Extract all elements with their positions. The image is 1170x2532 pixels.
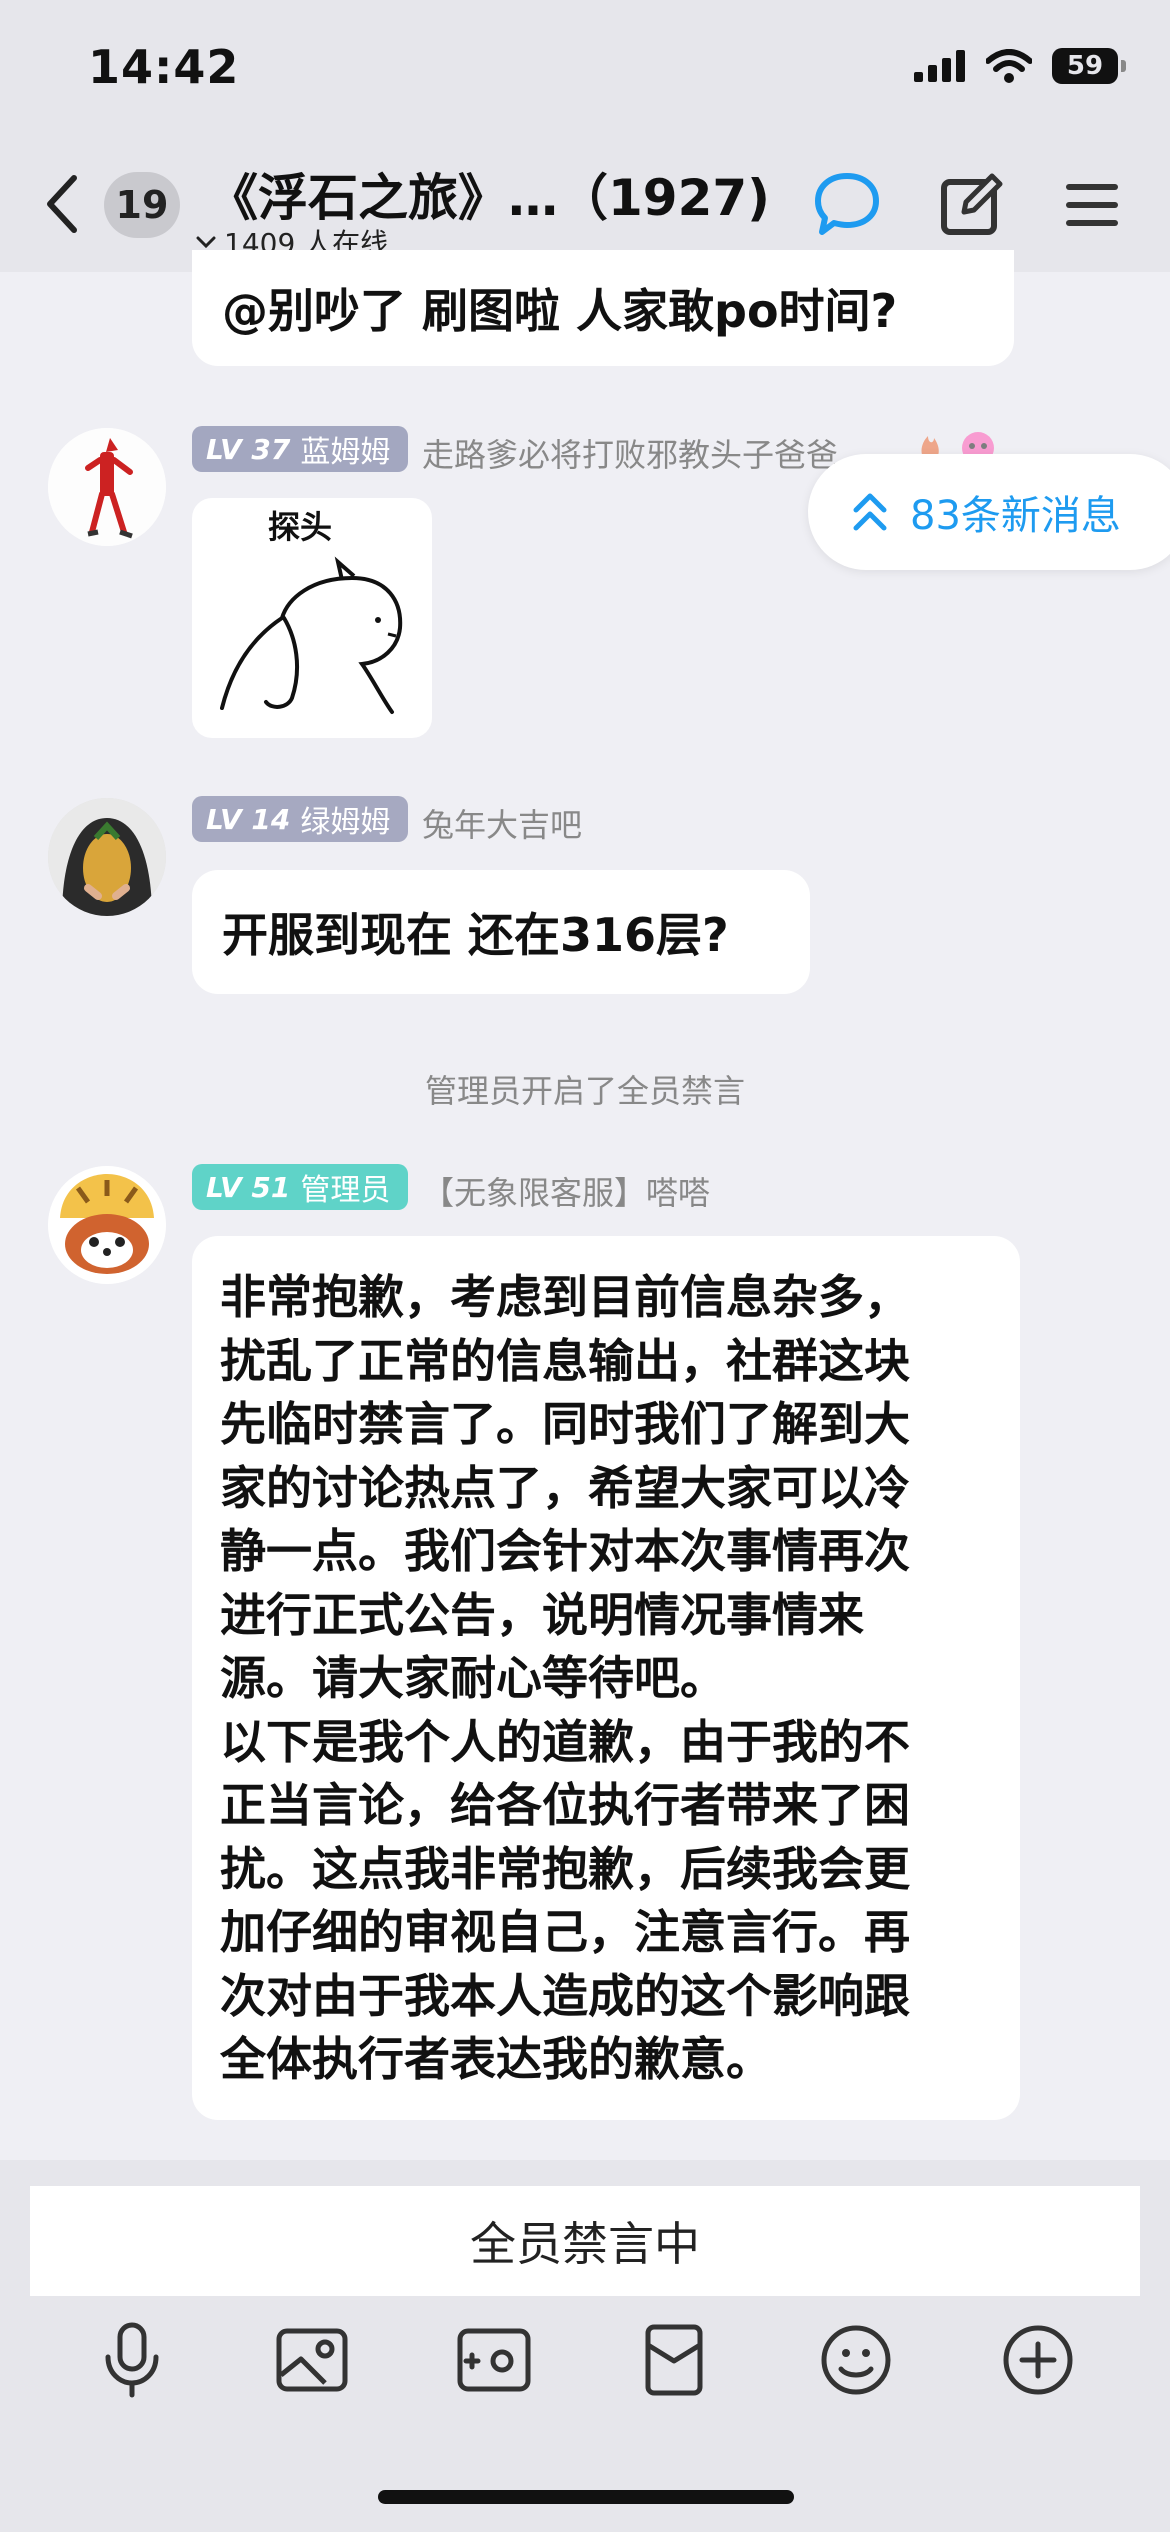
double-chevron-up-icon	[853, 493, 887, 531]
role-label: 管理员	[300, 1173, 391, 1208]
message-line: 静一点。我们会针对本次事情再次	[220, 1524, 910, 1578]
message-line: 扰。这点我非常抱歉，后续我会更	[220, 1841, 910, 1896]
sender-name[interactable]: 【无象限客服】嗒嗒	[422, 1168, 710, 1214]
new-messages-label: 83条新消息	[910, 493, 1121, 539]
signal-icon	[914, 50, 965, 82]
new-messages-button[interactable]: 83条新消息	[808, 454, 1170, 570]
message-line: 源。请大家耐心等待吧。	[220, 1651, 726, 1705]
top-bar: 14:42 59 19 《浮石之旅》…（1927) 1409 人在线	[0, 0, 1170, 272]
level-badge: LV 37 蓝姆姆	[192, 426, 408, 472]
sender-name[interactable]: 兔年大吉吧	[422, 800, 582, 846]
level-number: LV 37	[206, 432, 291, 466]
system-notice: 管理员开启了全员禁言	[424, 1072, 745, 1110]
message-line: 进行正式公告，说明情况事情来	[220, 1587, 864, 1642]
chevron-down-icon	[196, 236, 216, 249]
message-text: @别吵了 刷图啦 人家敢po时间?	[222, 284, 898, 338]
red-packet-icon[interactable]	[632, 2318, 716, 2402]
home-indicator[interactable]	[378, 2490, 794, 2504]
message-line: 扰乱了正常的信息输出，社群这块	[220, 1333, 910, 1388]
message-line: 先临时禁言了。同时我们了解到大	[220, 1397, 910, 1451]
message-line: 以下是我个人的道歉，由于我的不	[220, 1714, 910, 1769]
message-line: 家的讨论热点了，希望大家可以冷	[220, 1460, 910, 1515]
unread-count-badge[interactable]: 19	[104, 172, 180, 238]
message-bubble[interactable]: 开服到现在 还在316层?	[192, 870, 810, 994]
role-label: 绿姆姆	[300, 805, 391, 840]
message-line: 次对由于我本人造成的这个影响跟	[220, 1968, 910, 2023]
level-badge: LV 51 管理员	[192, 1164, 408, 1210]
emoji-icon[interactable]	[814, 2318, 898, 2402]
message-text: 开服到现在 还在316层?	[222, 908, 729, 962]
edit-icon[interactable]	[936, 170, 1006, 240]
menu-icon[interactable]	[1062, 170, 1122, 240]
message-line: 正当言论，给各位执行者带来了困	[220, 1778, 910, 1832]
image-icon[interactable]	[270, 2318, 354, 2402]
avatar[interactable]	[48, 428, 166, 546]
mute-status-bar: 全员禁言中	[30, 2186, 1140, 2296]
message-line: 非常抱歉，考虑到目前信息杂多，	[220, 1270, 910, 1324]
battery-icon: 59	[1052, 48, 1126, 84]
sticker-message[interactable]: 探头	[192, 498, 432, 738]
level-badge: LV 14 绿姆姆	[192, 796, 408, 842]
message-line: 加仔细的审视自己，注意言行。再	[220, 1905, 910, 1959]
message-bubble[interactable]: 非常抱歉，考虑到目前信息杂多， 扰乱了正常的信息输出，社群这块 先临时禁言了。同…	[192, 1236, 1020, 2120]
role-label: 蓝姆姆	[300, 435, 391, 470]
plus-icon[interactable]	[996, 2318, 1080, 2402]
status-icons: 59	[914, 48, 1126, 84]
back-icon[interactable]	[40, 172, 84, 236]
avatar[interactable]	[48, 1166, 166, 1284]
avatar[interactable]	[48, 798, 166, 916]
message-line: 全体执行者表达我的歉意。	[220, 2032, 772, 2086]
group-title[interactable]: 《浮石之旅》…（1927)	[208, 158, 770, 230]
chat-bubble-icon[interactable]	[812, 170, 882, 240]
wifi-icon	[986, 49, 1032, 83]
status-time: 14:42	[88, 40, 240, 94]
message-bubble[interactable]: @别吵了 刷图啦 人家敢po时间?	[192, 250, 1014, 366]
sticker-text: 探头	[268, 508, 332, 546]
camera-icon[interactable]	[452, 2318, 536, 2402]
sender-name[interactable]: 走路爹必将打败邪教头子爸爸	[422, 430, 838, 476]
level-number: LV 51	[206, 1170, 291, 1204]
microphone-icon[interactable]	[90, 2318, 174, 2402]
level-number: LV 14	[206, 802, 291, 836]
